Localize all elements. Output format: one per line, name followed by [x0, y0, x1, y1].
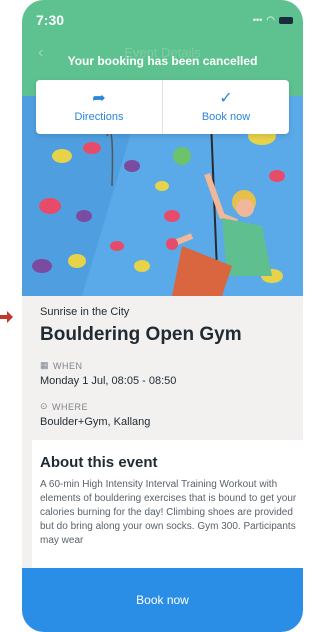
when-heading: ▦ WHEN [40, 360, 289, 371]
book-now-label: Book now [136, 593, 189, 607]
when-value: Monday 1 Jul, 08:05 - 08:50 [40, 375, 177, 387]
book-now-action-label: Book now [201, 111, 251, 123]
where-label: WHERE [52, 401, 89, 412]
event-info: Sunrise in the City Bouldering Open Gym … [40, 306, 289, 428]
where-value: Boulder+Gym, Kallang [40, 416, 151, 428]
action-bar: ➦ Directions ✓ Book now [36, 80, 289, 134]
calendar-icon: ▦ [40, 360, 50, 370]
about-title: About this event [40, 454, 158, 471]
where-heading: ⊙ WHERE [40, 401, 289, 412]
status-icons: ••• ◠ [253, 15, 293, 26]
directions-label: Directions [74, 111, 124, 123]
wifi-icon: ◠ [266, 14, 275, 26]
event-subtitle: Sunrise in the City [40, 306, 130, 318]
directions-icon: ➦ [92, 90, 106, 107]
when-label: WHEN [53, 360, 83, 371]
about-text: A 60-min High Intensity Interval Trainin… [40, 479, 297, 546]
phone-screen: 7:30 ••• ◠ ‹ Event Details Your booking … [22, 0, 303, 632]
pointer-arrow-icon [0, 311, 13, 323]
status-bar: 7:30 ••• ◠ [36, 12, 293, 28]
book-now-action-button[interactable]: ✓ Book now [162, 80, 289, 134]
signal-icon: ••• [252, 15, 263, 25]
event-title: Bouldering Open Gym [40, 324, 242, 345]
location-pin-icon: ⊙ [40, 401, 49, 411]
book-now-button[interactable]: Book now [22, 568, 303, 632]
check-icon: ✓ [219, 90, 233, 107]
cancel-toast: Your booking has been cancelled [67, 54, 258, 68]
battery-icon [279, 16, 293, 24]
status-time: 7:30 [36, 12, 65, 28]
directions-button[interactable]: ➦ Directions [36, 80, 162, 134]
